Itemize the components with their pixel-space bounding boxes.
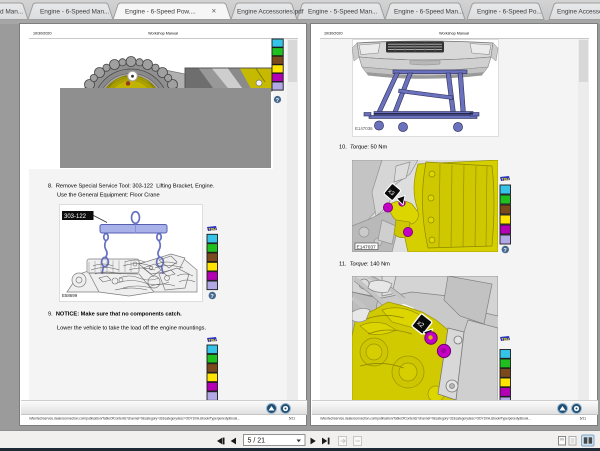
svg-text:E147036: E147036 [355, 126, 373, 131]
svg-text:TDH: TDH [208, 338, 216, 342]
svg-text:E58699: E58699 [62, 293, 78, 298]
svg-text:Engine - 5-Speed Man...: Engine - 5-Speed Man... [308, 9, 378, 16]
svg-text:Engine Accesso: Engine Accesso [557, 9, 600, 16]
svg-text:Engine - 6-Speed Man...: Engine - 6-Speed Man... [394, 9, 464, 16]
svg-text:?: ? [276, 98, 280, 104]
svg-text:TDH: TDH [502, 337, 510, 341]
svg-text:×: × [212, 7, 217, 16]
svg-text:?: ? [210, 294, 214, 300]
svg-text:303-122: 303-122 [64, 214, 87, 220]
svg-text:TDH: TDH [208, 227, 216, 231]
svg-text:TDH: TDH [502, 177, 510, 181]
svg-text:Engine - 6-Speed Pow....: Engine - 6-Speed Pow.... [125, 9, 196, 16]
svg-text:5 / 21: 5 / 21 [248, 438, 266, 445]
svg-text:Engine - 6-Speed Po...: Engine - 6-Speed Po... [477, 9, 542, 16]
svg-text:Engine Accessories.pdf: Engine Accessories.pdf [237, 9, 304, 16]
svg-text:d Man...: d Man... [0, 9, 23, 16]
svg-text:E147037: E147037 [356, 244, 376, 250]
svg-text:?: ? [503, 248, 507, 254]
svg-text:Engine - 6-Speed Man...: Engine - 6-Speed Man... [40, 9, 110, 16]
